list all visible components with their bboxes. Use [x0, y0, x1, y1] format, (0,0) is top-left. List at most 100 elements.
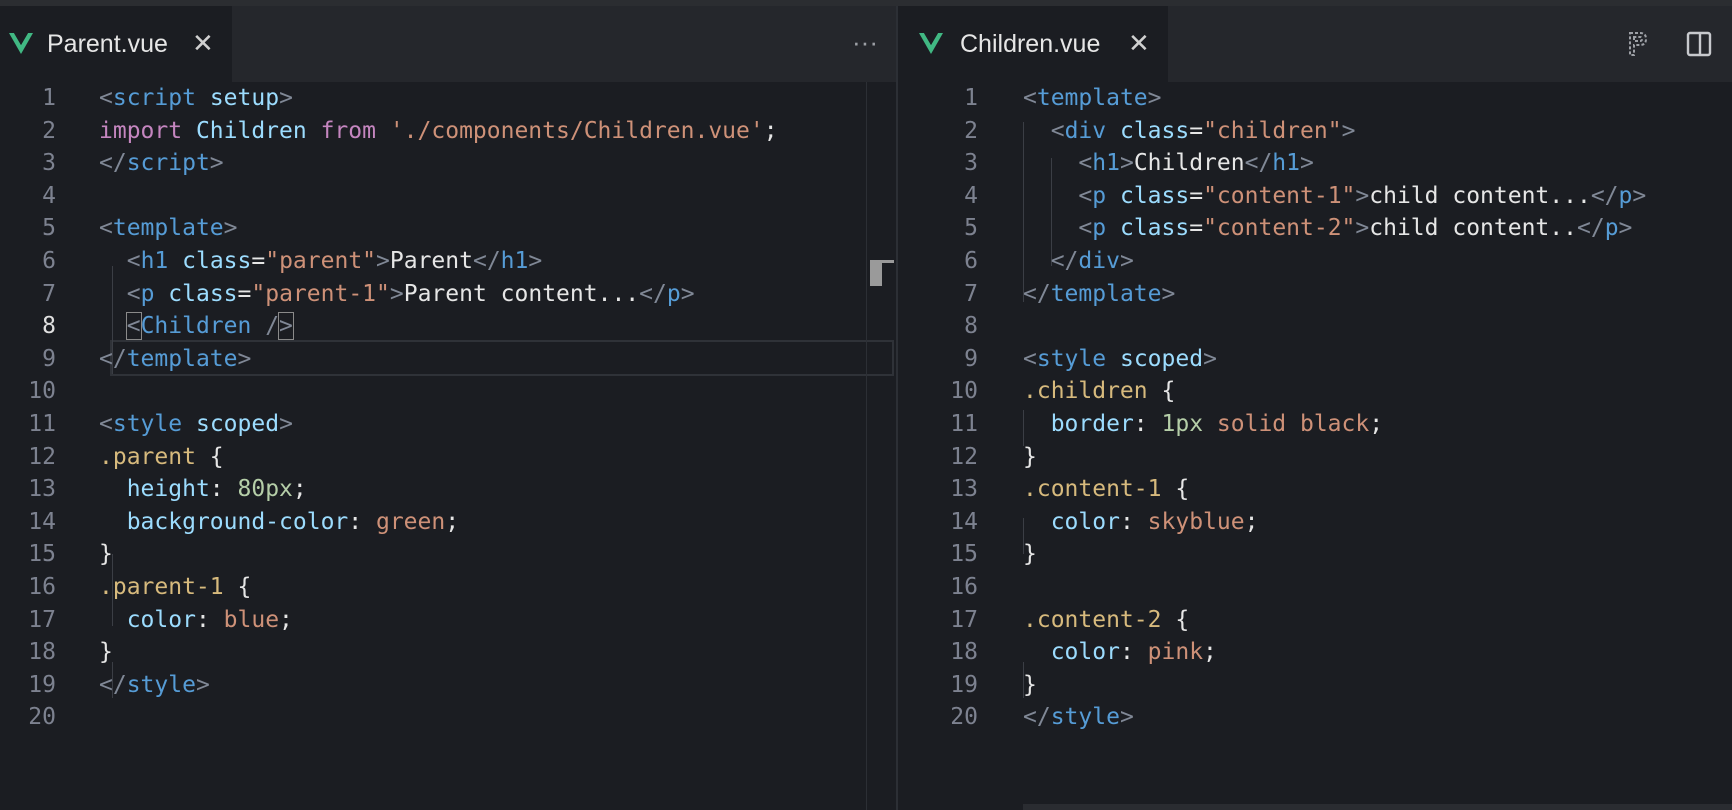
code-token: > — [1355, 182, 1370, 209]
code-token: .parent — [99, 443, 196, 470]
minimap-mark — [870, 260, 894, 263]
line-number: 1 — [42, 85, 56, 111]
code-token: setup — [209, 85, 280, 111]
code-token: < — [1078, 150, 1093, 177]
code-token: < — [1078, 215, 1093, 242]
code-line: </template> — [1023, 276, 1175, 312]
code-editor[interactable]: 1 <script setup> 2 import Children from './… — [0, 82, 896, 810]
line-number: 10 — [28, 378, 56, 405]
line-number: 13 — [950, 476, 978, 503]
line-number: 5 — [964, 215, 978, 242]
code-token: : — [1133, 411, 1162, 437]
code-token: > — [1341, 117, 1356, 144]
code-token: ; — [763, 117, 778, 144]
code-token: height — [126, 476, 210, 503]
code-token: : — [348, 508, 376, 535]
code-line: </div> — [1023, 243, 1134, 279]
line-number: 17 — [28, 606, 56, 633]
code-editor[interactable]: 1 <template> 2 <div class="children"> 3 <h1… — [898, 82, 1732, 810]
line-number: 8 — [964, 313, 978, 340]
code-token: "parent-1" — [251, 280, 390, 307]
code-token: < — [126, 280, 141, 307]
code-token: = — [1189, 215, 1204, 242]
code-token: .content-2 — [1023, 606, 1162, 633]
code-token: "parent" — [265, 248, 377, 274]
code-token: = — [251, 248, 266, 274]
code-token: < — [1078, 182, 1093, 209]
line-number: 6 — [42, 248, 56, 274]
split-editor-icon[interactable] — [1686, 30, 1712, 58]
code-token: </ — [639, 280, 667, 307]
code-token: : — [209, 476, 238, 503]
code-token: ; — [279, 606, 293, 633]
code-line: <p class="parent-1">Parent content...</p… — [99, 276, 695, 312]
code-token: h1 — [140, 248, 169, 274]
close-icon[interactable]: ✕ — [192, 28, 214, 58]
code-token: = — [1189, 182, 1204, 209]
line-number: 3 — [964, 150, 978, 177]
more-actions-icon[interactable]: ··· — [852, 28, 878, 56]
tab-label: Parent.vue — [47, 30, 168, 58]
code-token: > — [1632, 182, 1647, 209]
code-token: div — [1064, 117, 1107, 144]
code-token: < — [125, 312, 142, 341]
code-token: > — [680, 280, 695, 307]
code-token: > — [237, 345, 252, 372]
code-token: class — [182, 248, 252, 274]
code-token: < — [126, 248, 141, 274]
code-token: class — [1119, 117, 1190, 144]
code-token: </ — [1023, 280, 1051, 307]
code-line: .content-2 { — [1023, 602, 1189, 638]
code-token: > — [1203, 345, 1217, 372]
code-line: border: 1px solid black; — [1023, 406, 1383, 442]
code-line: <h1 class="parent">Parent</h1> — [99, 243, 543, 279]
code-token: class — [1119, 182, 1190, 209]
vue-logo-icon — [919, 33, 943, 54]
line-number: 4 — [42, 182, 56, 209]
minimap-slider[interactable] — [870, 260, 882, 286]
code-line: import Children from './components/Child… — [99, 113, 778, 149]
code-token: > — [223, 215, 238, 242]
line-number: 16 — [950, 574, 978, 600]
code-line: color: skyblue; — [1023, 504, 1259, 540]
close-icon[interactable]: ✕ — [1128, 28, 1150, 58]
code-token: "children" — [1203, 117, 1342, 144]
line-number: 8 — [42, 313, 56, 340]
code-token: .children — [1023, 378, 1148, 405]
code-line: .parent { — [99, 439, 224, 475]
code-token: Children — [140, 313, 252, 340]
code-token: "content-2" — [1203, 215, 1356, 242]
tab-bar: Children.vue ✕ — [898, 6, 1732, 82]
tab-children-vue[interactable]: Children.vue ✕ — [898, 6, 1168, 82]
code-token: ; — [1369, 411, 1384, 437]
code-line: color: blue; — [99, 602, 293, 638]
code-token: } — [99, 639, 113, 666]
code-line: <script setup> — [99, 80, 293, 116]
line-number: 1 — [964, 85, 978, 111]
line-number: 10 — [950, 378, 978, 405]
code-token: } — [1023, 541, 1037, 568]
code-token: scoped — [1119, 345, 1204, 372]
code-token: './components/Children.vue' — [389, 117, 764, 144]
code-token: > — [1355, 215, 1370, 242]
code-line: </style> — [99, 667, 210, 703]
tab-parent-vue[interactable]: Parent.vue ✕ — [0, 6, 232, 82]
code-token: style — [1050, 704, 1120, 731]
line-number: 20 — [28, 704, 56, 731]
open-preview-icon[interactable] — [1626, 30, 1650, 58]
code-token: template — [126, 345, 238, 372]
code-token: { — [1161, 606, 1190, 633]
line-number: 14 — [950, 508, 978, 535]
code-line: .parent-1 { — [99, 569, 251, 605]
code-token: </ — [99, 150, 127, 177]
line-number: 19 — [28, 671, 56, 698]
code-token: > — [1119, 150, 1134, 177]
